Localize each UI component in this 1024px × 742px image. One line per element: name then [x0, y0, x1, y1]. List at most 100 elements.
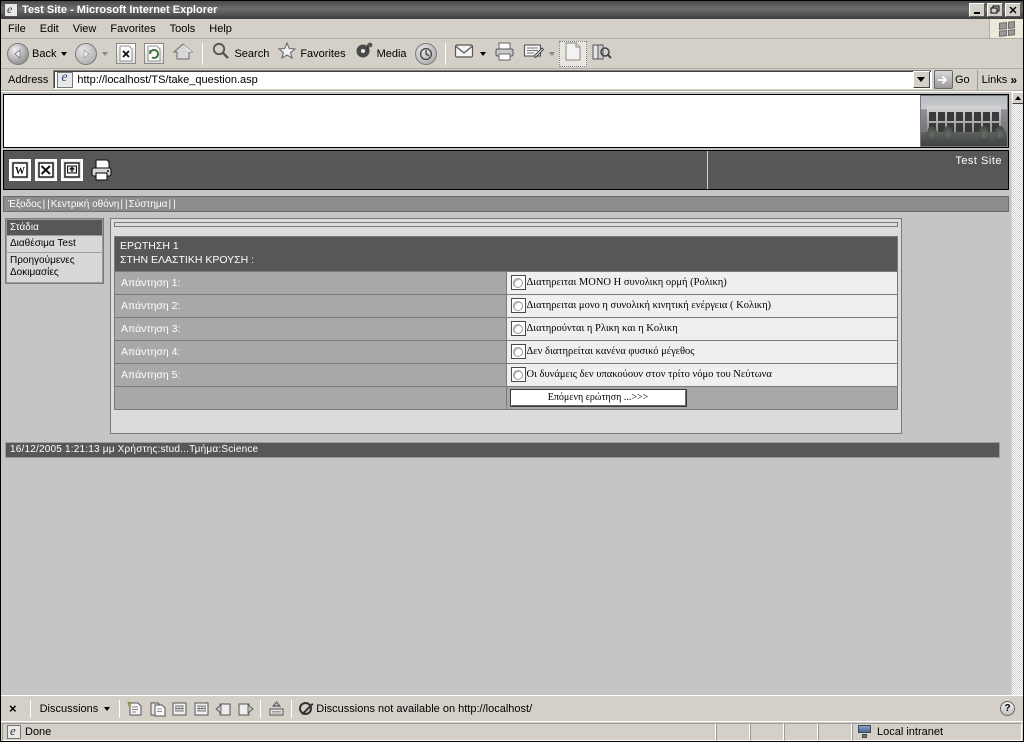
address-input[interactable]: http://localhost/TS/take_question.asp: [76, 74, 913, 86]
ie-browser-window: Test Site - Microsoft Internet Explorer …: [0, 0, 1024, 742]
answer-label-1: Απάντηση 1:: [114, 270, 507, 295]
word-icon[interactable]: W: [9, 159, 31, 181]
star-icon: [277, 41, 297, 66]
menu-view[interactable]: View: [66, 21, 104, 37]
sidebar-item-available-tests[interactable]: Διαθέσιμα Test: [6, 236, 103, 254]
mail-dropdown-icon[interactable]: [479, 51, 486, 56]
scroll-up-button[interactable]: [1012, 92, 1023, 104]
sidebar-item-previous-tests[interactable]: Προηγούμενες Δοκιμασίες: [6, 253, 103, 283]
reply-icon[interactable]: [213, 699, 233, 718]
menu-favorites[interactable]: Favorites: [103, 21, 162, 37]
refresh-button[interactable]: [140, 41, 168, 67]
address-input-wrapper[interactable]: http://localhost/TS/take_question.asp: [53, 70, 932, 89]
answer-radio-1[interactable]: [510, 275, 526, 291]
session-status-text: 16/12/2005 1:21:13 μμ Χρήστης:stud...Τμή…: [10, 444, 259, 456]
status-cell-3: [784, 722, 818, 741]
history-button[interactable]: [411, 41, 441, 67]
answer-radio-3[interactable]: [510, 321, 526, 337]
links-bar[interactable]: Links »: [976, 69, 1021, 90]
answer-text-5: Οι δυνάμεις δεν υπακούουν στον τρίτο νόμ…: [526, 369, 772, 381]
answer-radio-4[interactable]: [510, 344, 526, 360]
answer-label-3: Απάντηση 3:: [114, 316, 507, 341]
search-label: Search: [234, 47, 270, 60]
answer-cell-4: Δεν διατηρείται κανένα φυσικό μέγεθος: [505, 339, 898, 364]
subscribe-icon[interactable]: [266, 699, 286, 718]
quiz-top-divider: [114, 222, 898, 227]
chevron-down-icon: [917, 77, 926, 82]
excel-icon[interactable]: [35, 159, 57, 181]
insert-discussion-in-document-icon[interactable]: [125, 699, 145, 718]
chevron-right-icon[interactable]: »: [1010, 73, 1017, 87]
page-content: Στάδια Διαθέσιμα Test Προηγούμενες Δοκιμ…: [1, 212, 1011, 434]
chevron-down-icon: [104, 706, 111, 711]
discussions-separator-2: [260, 699, 262, 718]
question-number: ΕΡΩΤΗΣΗ 1: [120, 240, 179, 252]
app-toolbar: W Test Site: [3, 150, 1009, 190]
quiz-panel: ΕΡΩΤΗΣΗ 1 ΣΤΗΝ ΕΛΑΣΤΙΚΗ ΚΡΟΥΣΗ : Απάντησ…: [110, 218, 902, 434]
printer-icon[interactable]: [87, 159, 117, 181]
back-dropdown-icon[interactable]: [61, 51, 68, 56]
upload-icon[interactable]: [61, 159, 83, 181]
refresh-discussions-icon[interactable]: [235, 699, 255, 718]
discussions-separator-1: [119, 699, 121, 718]
menu-tools[interactable]: Tools: [163, 21, 203, 37]
answer-text-3: Διατηρούνται η Ρλικη και η Κολικη: [526, 323, 678, 335]
search-button[interactable]: Search: [207, 41, 273, 67]
page-document: W Test Site Έξοδος | | Κεντρική οθόνη | …: [1, 92, 1011, 695]
discussions-menu-button[interactable]: Discussions: [36, 701, 115, 717]
messenger-button[interactable]: [558, 40, 587, 67]
answer-label-4: Απάντηση 4:: [114, 339, 507, 364]
favorites-button[interactable]: Favorites: [273, 41, 349, 67]
next-icon[interactable]: [191, 699, 211, 718]
status-cell-4: [818, 722, 852, 741]
menu-bar: File Edit View Favorites Tools Help: [1, 19, 1023, 39]
discussions-message: Discussions not available on http://loca…: [316, 702, 533, 715]
go-button[interactable]: Go: [932, 70, 975, 89]
discussions-menu-label: Discussions: [39, 702, 99, 715]
address-dropdown-button[interactable]: [912, 71, 930, 88]
minimize-button[interactable]: [969, 3, 985, 17]
previous-icon[interactable]: [169, 699, 189, 718]
nav-link-system[interactable]: Σύστημα: [129, 199, 168, 210]
intranet-icon: [858, 725, 872, 738]
edit-dropdown-icon[interactable]: [548, 51, 555, 56]
quiz-bottom-spacer: [114, 411, 898, 430]
restore-button[interactable]: [987, 3, 1003, 17]
next-question-button[interactable]: Επόμενη ερώτηση ...>>>: [509, 388, 687, 407]
title-bar: Test Site - Microsoft Internet Explorer: [1, 1, 1023, 19]
spacer-cell: [114, 385, 507, 410]
printer-icon: [494, 42, 515, 66]
menu-file[interactable]: File: [1, 21, 33, 37]
media-button[interactable]: Media: [350, 41, 411, 67]
zone-label: Local intranet: [877, 725, 944, 738]
nav-link-main-screen[interactable]: Κεντρική οθόνη: [51, 199, 120, 210]
forward-button[interactable]: [71, 41, 112, 67]
print-button[interactable]: [490, 41, 519, 67]
page-scrollbar[interactable]: [1011, 92, 1023, 695]
chevron-up-icon: [1015, 96, 1021, 100]
session-status-bar: 16/12/2005 1:21:13 μμ Χρήστης:stud...Τμή…: [5, 441, 1000, 458]
site-banner: [3, 94, 1009, 148]
research-button[interactable]: [587, 41, 616, 67]
security-zone[interactable]: Local intranet: [852, 722, 1022, 741]
menu-edit[interactable]: Edit: [33, 21, 66, 37]
mail-button[interactable]: [450, 41, 490, 67]
help-button[interactable]: ?: [1000, 701, 1015, 716]
close-discussions-button[interactable]: ×: [5, 701, 25, 716]
home-button[interactable]: [168, 41, 198, 67]
forward-dropdown-icon[interactable]: [102, 51, 109, 56]
nav-link-exit[interactable]: Έξοδος: [8, 199, 42, 210]
menu-help[interactable]: Help: [202, 21, 239, 37]
back-button[interactable]: Back: [3, 41, 71, 67]
stop-button[interactable]: [112, 41, 140, 67]
discussions-separator-0: [29, 699, 31, 718]
address-label: Address: [8, 73, 49, 86]
answer-radio-2[interactable]: [510, 298, 526, 314]
table-row: Απάντηση 4: Δεν διατηρείται κανένα φυσικ…: [114, 339, 898, 364]
insert-discussion-about-document-icon[interactable]: [147, 699, 167, 718]
stop-icon: [116, 43, 137, 64]
answer-radio-5[interactable]: [510, 367, 526, 383]
edit-button[interactable]: [519, 41, 559, 67]
answer-text-4: Δεν διατηρείται κανένα φυσικό μέγεθος: [526, 346, 695, 358]
close-button[interactable]: [1005, 3, 1021, 17]
